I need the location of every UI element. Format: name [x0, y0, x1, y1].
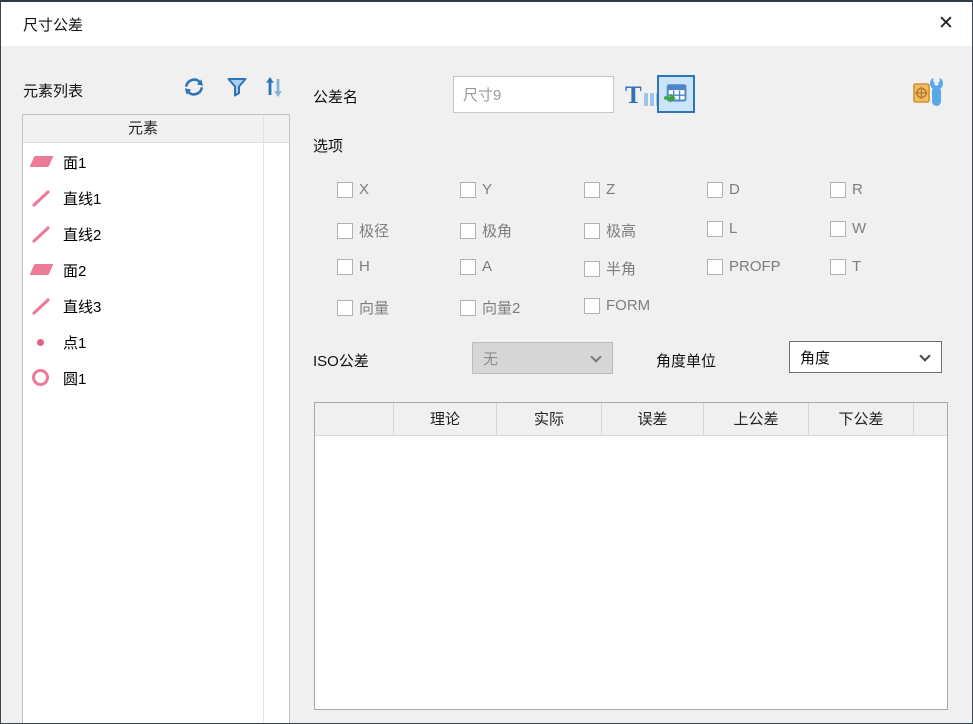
checkbox[interactable]	[707, 259, 723, 275]
checkbox[interactable]	[337, 300, 353, 316]
result-column-header: 实际	[497, 403, 602, 435]
list-item-label: 面1	[63, 152, 86, 173]
close-icon[interactable]: ✕	[934, 12, 958, 36]
list-item-label: 直线1	[63, 188, 101, 209]
checkbox-polar-radius[interactable]: 极径	[337, 220, 389, 241]
angle-unit-select[interactable]: 角度	[789, 341, 942, 373]
list-item[interactable]: 直线2	[23, 216, 263, 252]
checkbox-a[interactable]: A	[460, 258, 492, 275]
column-divider	[263, 115, 264, 724]
dialog-title: 尺寸公差	[23, 14, 83, 35]
list-item-label: 圆1	[63, 368, 86, 389]
checkbox-vector2[interactable]: 向量2	[460, 297, 520, 318]
checkbox[interactable]	[830, 259, 846, 275]
list-item-label: 直线3	[63, 296, 101, 317]
result-column-header	[914, 403, 947, 435]
result-column-header: 理论	[394, 403, 497, 435]
line-icon	[30, 187, 56, 209]
checkbox-l[interactable]: L	[707, 220, 737, 237]
checkbox-z[interactable]: Z	[584, 181, 615, 198]
element-list-body: 面1 直线1 直线2 面2 直线	[23, 144, 263, 396]
checkbox-y[interactable]: Y	[460, 181, 492, 198]
tolerance-result-table: 理论 实际 误差 上公差 下公差	[314, 402, 948, 710]
tolerance-name-input[interactable]	[453, 76, 614, 113]
checkbox[interactable]	[460, 300, 476, 316]
angle-unit-label: 角度单位	[656, 350, 716, 371]
line-icon	[30, 295, 56, 317]
dimension-tolerance-dialog: 尺寸公差 ✕ 元素列表 元素 面1	[0, 0, 973, 724]
list-item[interactable]: 面2	[23, 252, 263, 288]
checkbox[interactable]	[830, 221, 846, 237]
result-table-header-row: 理论 实际 误差 上公差 下公差	[315, 403, 947, 436]
chevron-down-icon	[590, 351, 601, 362]
checkbox[interactable]	[337, 259, 353, 275]
plane-icon	[30, 259, 56, 281]
tolerance-name-label: 公差名	[313, 86, 358, 107]
list-item[interactable]: 直线3	[23, 288, 263, 324]
list-item[interactable]: 圆1	[23, 360, 263, 396]
element-list-title: 元素列表	[23, 80, 83, 101]
element-list-panel: 元素 面1 直线1 直线2 面2	[22, 114, 290, 724]
checkbox-polar-height[interactable]: 极高	[584, 220, 636, 241]
checkbox-profp[interactable]: PROFP	[707, 258, 781, 275]
sort-icon[interactable]	[262, 75, 286, 99]
list-item-label: 面2	[63, 260, 86, 281]
element-column-header: 元素	[23, 115, 263, 143]
checkbox-vector[interactable]: 向量	[337, 297, 389, 318]
refresh-icon[interactable]	[182, 75, 206, 99]
checkbox-form[interactable]: FORM	[584, 297, 650, 314]
checkbox[interactable]	[830, 182, 846, 198]
checkbox-h[interactable]: H	[337, 258, 370, 275]
checkbox[interactable]	[584, 182, 600, 198]
checkbox-x[interactable]: X	[337, 181, 369, 198]
element-list-header: 元素	[23, 115, 289, 143]
title-bar: 尺寸公差 ✕	[1, 2, 972, 46]
checkbox[interactable]	[337, 182, 353, 198]
list-item-label: 直线2	[63, 224, 101, 245]
checkbox-w[interactable]: W	[830, 220, 866, 237]
list-item[interactable]: 面1	[23, 144, 263, 180]
checkbox[interactable]	[584, 223, 600, 239]
chevron-down-icon	[919, 350, 930, 361]
result-column-header: 误差	[602, 403, 704, 435]
checkbox-polar-angle[interactable]: 极角	[460, 220, 512, 241]
line-icon	[30, 223, 56, 245]
checkbox[interactable]	[584, 298, 600, 314]
checkbox[interactable]	[460, 259, 476, 275]
checkbox[interactable]	[707, 221, 723, 237]
checkbox[interactable]	[460, 223, 476, 239]
checkbox[interactable]	[707, 182, 723, 198]
checkbox[interactable]	[584, 261, 600, 277]
list-item[interactable]: 直线1	[23, 180, 263, 216]
result-column-header: 下公差	[809, 403, 914, 435]
checkbox[interactable]	[337, 223, 353, 239]
checkbox-half-angle[interactable]: 半角	[584, 258, 636, 279]
plane-icon	[30, 151, 56, 173]
iso-tolerance-label: ISO公差	[313, 350, 369, 371]
result-column-header: 上公差	[704, 403, 809, 435]
options-label: 选项	[313, 135, 343, 156]
list-item-label: 点1	[63, 332, 86, 353]
checkbox-d[interactable]: D	[707, 181, 740, 198]
result-column-header	[315, 403, 394, 435]
point-icon	[30, 331, 56, 353]
checkbox[interactable]	[460, 182, 476, 198]
list-item[interactable]: 点1	[23, 324, 263, 360]
circle-icon	[30, 367, 56, 389]
table-arrow-icon	[663, 81, 689, 107]
iso-tolerance-select: 无	[472, 342, 613, 374]
checkbox-t[interactable]: T	[830, 258, 861, 275]
send-to-table-button[interactable]	[657, 75, 695, 113]
checkbox-r[interactable]: R	[830, 181, 863, 198]
filter-icon[interactable]	[225, 75, 249, 99]
tolerance-settings-icon[interactable]	[909, 75, 947, 109]
